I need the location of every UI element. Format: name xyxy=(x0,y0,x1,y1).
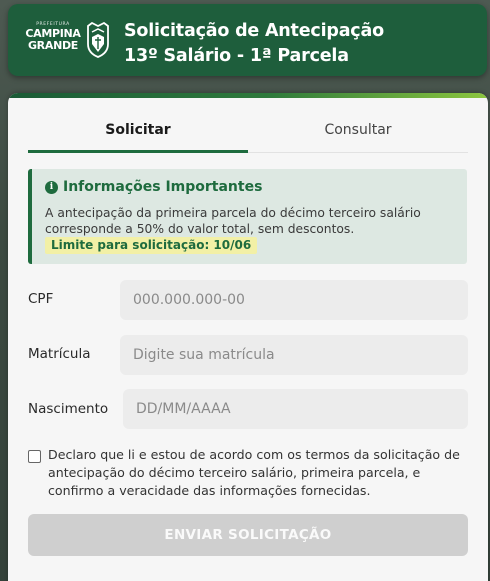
matricula-input[interactable] xyxy=(120,335,468,375)
app-header: PREFEITURA CAMPINA GRANDE Solicitação de… xyxy=(8,4,487,76)
deadline-badge: Limite para solicitação: 10/06 xyxy=(45,237,258,254)
page-title-line-1: Solicitação de Antecipação xyxy=(124,21,384,41)
page-title-line-2: 13º Salário - 1ª Parcela xyxy=(124,46,349,66)
info-heading: i Informações Importantes xyxy=(45,179,262,195)
nascimento-input[interactable] xyxy=(123,389,468,429)
tab-solicitar[interactable]: Solicitar xyxy=(28,115,248,153)
info-panel: i Informações Importantes A antecipação … xyxy=(28,169,467,264)
declaration-checkbox[interactable] xyxy=(28,450,41,463)
page-title: Solicitação de Antecipação 13º Salário -… xyxy=(124,19,384,69)
cpf-input[interactable] xyxy=(120,280,468,320)
tab-bar: Solicitar Consultar xyxy=(28,115,468,153)
submit-button[interactable]: ENVIAR SOLICITAÇÃO xyxy=(28,514,468,556)
tab-consultar[interactable]: Consultar xyxy=(248,115,468,153)
card-accent-bar xyxy=(8,93,488,98)
info-text: A antecipação da primeira parcela do déc… xyxy=(45,206,421,236)
nascimento-label: Nascimento xyxy=(28,401,109,417)
info-circle-icon: i xyxy=(45,180,58,194)
shield-icon xyxy=(87,22,109,58)
logo-line-2: GRANDE xyxy=(27,39,79,52)
form-card: Solicitar Consultar i Informações Import… xyxy=(8,93,488,581)
cpf-label: CPF xyxy=(28,291,54,307)
campina-grande-logo: PREFEITURA CAMPINA GRANDE xyxy=(22,22,112,62)
declaration-text[interactable]: Declaro que li e estou de acordo com os … xyxy=(48,446,468,500)
logo-small-text: PREFEITURA xyxy=(36,22,70,27)
info-title: Informações Importantes xyxy=(63,179,263,195)
matricula-label: Matrícula xyxy=(28,346,91,362)
